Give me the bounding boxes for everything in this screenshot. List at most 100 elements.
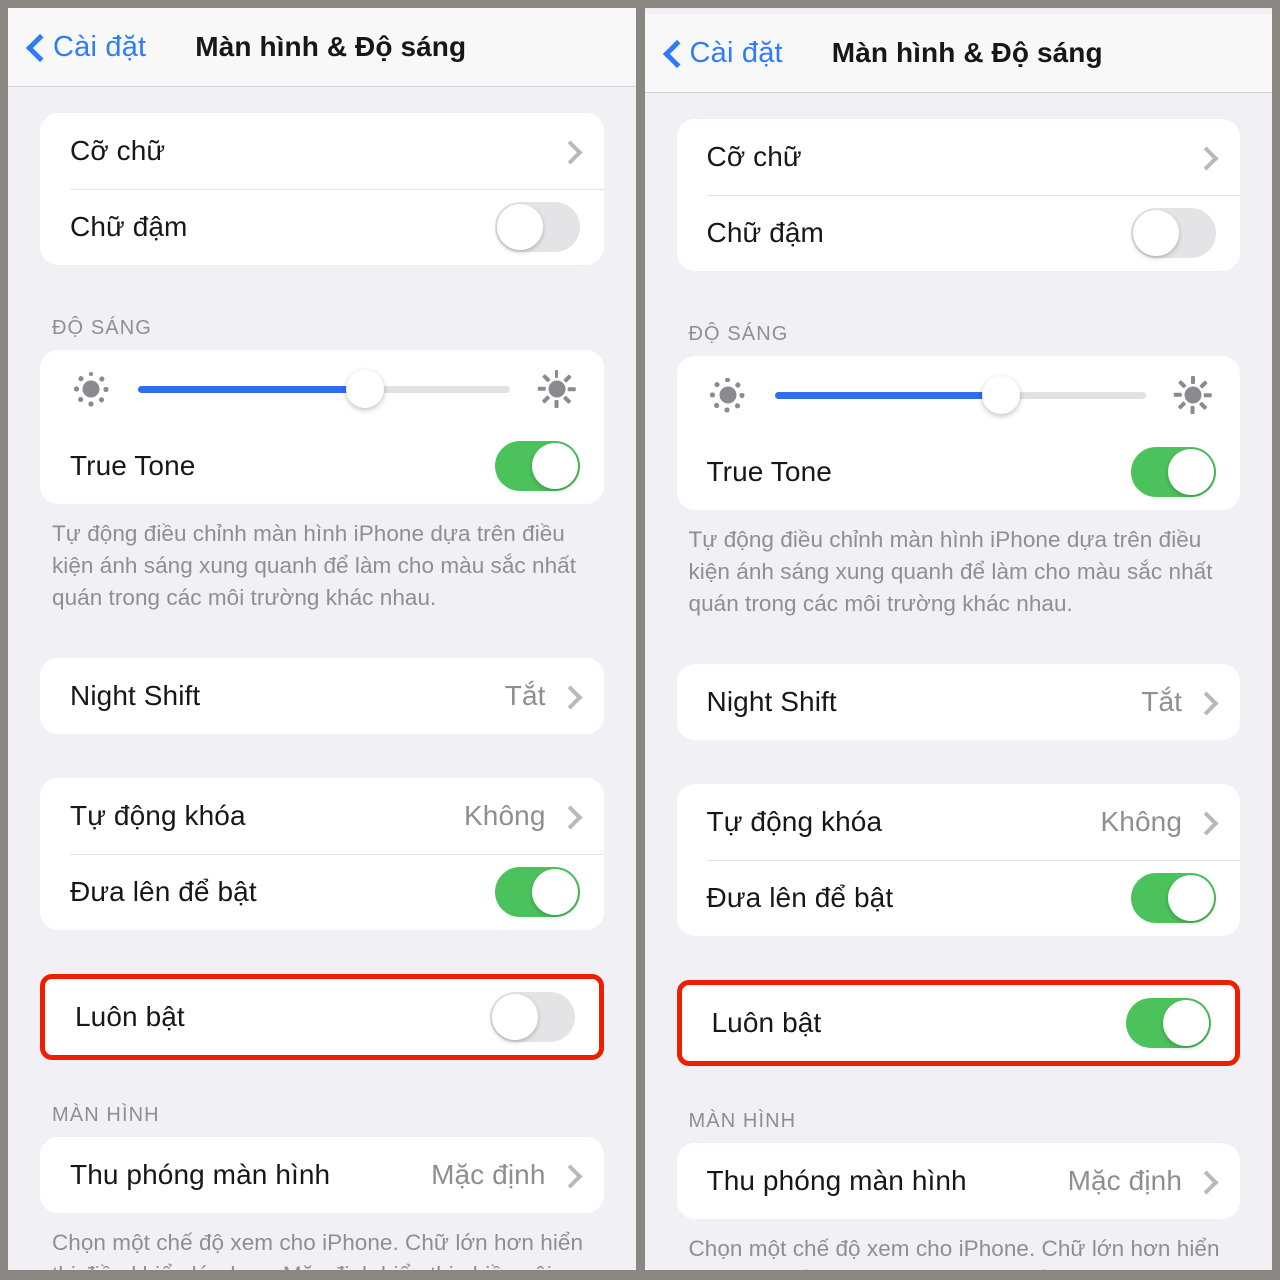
row-label: Đưa lên để bật	[706, 881, 894, 913]
row-night-shift-right[interactable]: Night Shift Tắt	[677, 664, 1241, 740]
chevron-left-icon	[26, 32, 44, 62]
chevron-right-icon	[1198, 690, 1212, 714]
navigation-bar-left: Cài đặt Màn hình & Độ sáng	[8, 8, 636, 87]
brightness-slider-right[interactable]	[774, 375, 1146, 415]
footer-true-tone-left: Tự động điều chỉnh màn hình iPhone dựa t…	[52, 521, 577, 610]
sun-core	[719, 386, 736, 404]
row-label: Tự động khóa	[70, 799, 246, 831]
chevron-right-icon	[562, 139, 576, 163]
toggle-knob	[491, 993, 538, 1040]
row-display-zoom-right[interactable]: Thu phóng màn hình Mặc định	[677, 1143, 1241, 1219]
screenshot-frame: Cài đặt Màn hình & Độ sáng Cỡ chữ Chữ đậ…	[0, 0, 1280, 1280]
toggle-knob	[1133, 210, 1179, 256]
lock-group-left: Tự động khóa Không Đưa lên để bật	[40, 777, 604, 930]
row-brightness-slider-left[interactable]	[40, 350, 604, 428]
back-button-right[interactable]: Cài đặt	[663, 37, 783, 70]
sun-core	[82, 380, 100, 398]
sun-large-icon	[1172, 374, 1214, 416]
row-always-on-right[interactable]: Luôn bật	[682, 985, 1236, 1061]
row-label: Thu phóng màn hình	[70, 1158, 331, 1190]
row-label: Đưa lên để bật	[70, 875, 257, 907]
brightness-group-left: True Tone	[40, 350, 604, 504]
toggle-knob	[531, 443, 578, 489]
row-value: Không	[1100, 805, 1182, 837]
row-bold-text-left[interactable]: Chữ đậm	[40, 189, 604, 265]
row-label: Night Shift	[706, 685, 837, 717]
section-header-display-right: MÀN HÌNH	[688, 1109, 797, 1132]
left-phone-panel: Cài đặt Màn hình & Độ sáng Cỡ chữ Chữ đậ…	[8, 8, 636, 1270]
row-label: Cỡ chữ	[70, 135, 166, 166]
row-always-on-left[interactable]: Luôn bật	[45, 979, 599, 1055]
chevron-left-icon	[663, 38, 681, 68]
toggle-knob	[496, 204, 543, 250]
slider-track	[138, 370, 510, 408]
sun-core	[548, 380, 565, 398]
row-label: True Tone	[706, 456, 832, 487]
slider-fill	[774, 391, 1002, 399]
row-raise-to-wake-right[interactable]: Đưa lên để bật	[677, 859, 1241, 936]
section-header-brightness-left: ĐỘ SÁNG	[52, 317, 152, 339]
slider-thumb[interactable]	[982, 376, 1021, 414]
row-brightness-slider-right[interactable]	[677, 356, 1241, 434]
section-header-display-left: MÀN HÌNH	[52, 1103, 160, 1126]
row-label: Tự động khóa	[706, 805, 883, 837]
lock-group-right: Tự động khóa Không Đưa lên để bật	[676, 783, 1241, 936]
row-raise-to-wake-left[interactable]: Đưa lên để bật	[40, 853, 604, 930]
section-header-brightness-right: ĐỘ SÁNG	[688, 323, 789, 345]
toggle-true-tone-right[interactable]	[1131, 447, 1216, 497]
back-button-label: Cài đặt	[689, 36, 783, 69]
chevron-right-icon	[1198, 1169, 1212, 1193]
right-phone-panel: Cài đặt Màn hình & Độ sáng Cỡ chữ Chữ đậ…	[644, 8, 1273, 1270]
row-true-tone-left[interactable]: True Tone	[40, 428, 604, 504]
row-label: Chữ đậm	[70, 211, 188, 242]
toggle-raise-to-wake-right[interactable]	[1131, 872, 1216, 923]
brightness-slider-left[interactable]	[138, 369, 510, 409]
toggle-true-tone-left[interactable]	[494, 441, 580, 491]
settings-scroll-right[interactable]: Cỡ chữ Chữ đậm ĐỘ SÁNG True Tone Tự động…	[645, 93, 1273, 1270]
row-label: Luôn bật	[75, 1000, 185, 1032]
sun-core	[1184, 386, 1202, 404]
row-value: Mặc định	[431, 1158, 546, 1190]
row-label: Night Shift	[70, 679, 201, 711]
row-font-size-left[interactable]: Cỡ chữ	[40, 113, 604, 189]
row-font-size-right[interactable]: Cỡ chữ	[677, 119, 1241, 195]
row-display-zoom-left[interactable]: Thu phóng màn hình Mặc định	[40, 1137, 604, 1213]
navigation-bar-right: Cài đặt Màn hình & Độ sáng	[644, 14, 1272, 93]
row-night-shift-left[interactable]: Night Shift Tắt	[40, 658, 604, 734]
toggle-knob	[531, 868, 578, 915]
chevron-right-icon	[1198, 145, 1212, 169]
night-shift-group-left: Night Shift Tắt	[40, 657, 604, 734]
toggle-knob	[1163, 999, 1209, 1046]
toggle-bold-text-right[interactable]	[1131, 208, 1216, 258]
row-auto-lock-right[interactable]: Tự động khóa Không	[677, 784, 1241, 860]
sun-large-icon	[536, 368, 578, 410]
row-value: Không	[464, 799, 546, 831]
toggle-always-on-left[interactable]	[489, 991, 575, 1042]
row-value: Mặc định	[1067, 1164, 1182, 1196]
row-label: Thu phóng màn hình	[706, 1164, 967, 1196]
row-bold-text-right[interactable]: Chữ đậm	[677, 195, 1241, 271]
text-settings-group-right: Cỡ chữ Chữ đậm	[676, 119, 1241, 271]
row-auto-lock-left[interactable]: Tự động khóa Không	[40, 778, 604, 854]
sun-small-icon	[707, 374, 749, 416]
settings-scroll-left[interactable]: Cỡ chữ Chữ đậm ĐỘ SÁNG True Tone Tự động…	[8, 87, 636, 1270]
toggle-knob	[1168, 449, 1214, 495]
toggle-always-on-right[interactable]	[1126, 997, 1211, 1048]
slider-fill	[138, 385, 365, 393]
slider-thumb[interactable]	[345, 370, 384, 408]
chevron-right-icon	[562, 1163, 576, 1187]
chevron-right-icon	[1198, 810, 1212, 834]
toggle-raise-to-wake-left[interactable]	[494, 866, 580, 917]
chevron-right-icon	[562, 684, 576, 708]
row-label: Cỡ chữ	[706, 141, 802, 172]
always-on-group-right: Luôn bật	[676, 979, 1240, 1066]
footer-display-left: Chọn một chế độ xem cho iPhone. Chữ lớn …	[52, 1229, 584, 1270]
back-button-left[interactable]: Cài đặt	[26, 31, 146, 64]
brightness-group-right: True Tone	[676, 356, 1241, 510]
row-label: Chữ đậm	[706, 217, 824, 248]
footer-true-tone-right: Tự động điều chỉnh màn hình iPhone dựa t…	[688, 527, 1213, 616]
footer-display-right: Chọn một chế độ xem cho iPhone. Chữ lớn …	[688, 1235, 1220, 1270]
toggle-bold-text-left[interactable]	[494, 202, 580, 252]
text-settings-group-left: Cỡ chữ Chữ đậm	[40, 113, 604, 265]
row-true-tone-right[interactable]: True Tone	[677, 434, 1241, 510]
